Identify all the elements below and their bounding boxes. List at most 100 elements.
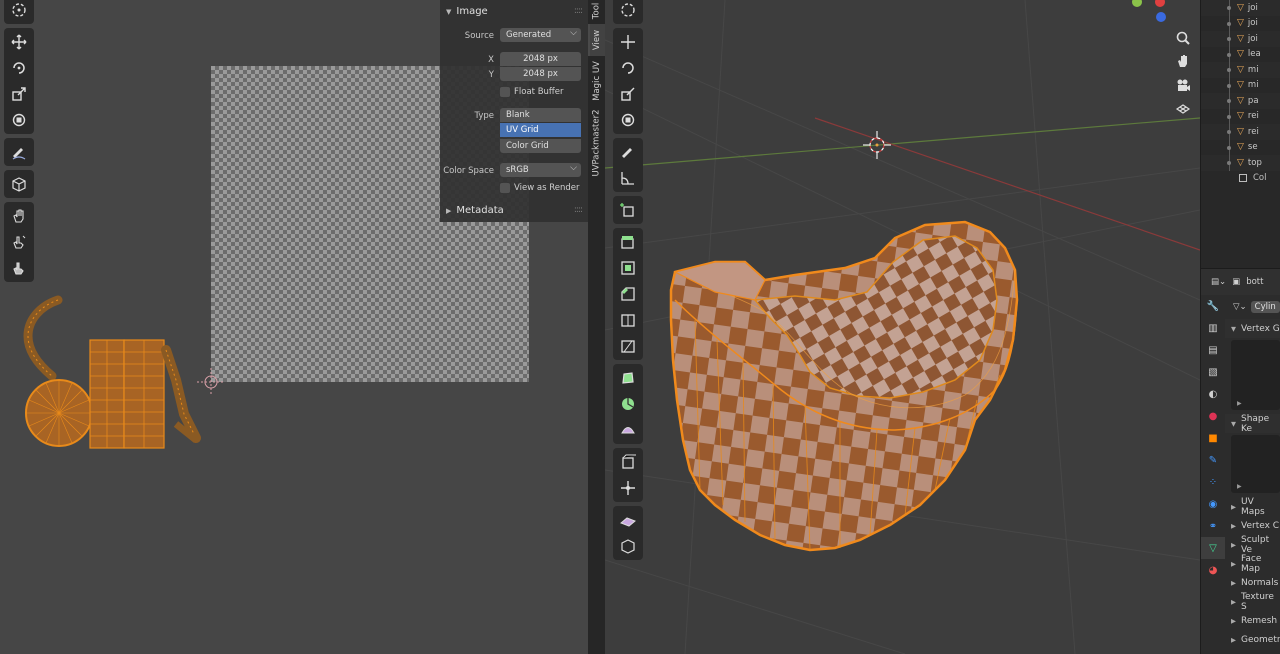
- relax-icon[interactable]: [5, 229, 33, 255]
- mesh-data-tab-icon[interactable]: ▽: [1201, 537, 1225, 559]
- outliner-item[interactable]: ▽ mi: [1201, 77, 1280, 93]
- outliner-item[interactable]: ▽ se: [1201, 139, 1280, 155]
- vertex-groups-list[interactable]: ▶: [1231, 340, 1280, 410]
- scene-tab-icon[interactable]: ◐: [1201, 383, 1225, 405]
- outliner-item[interactable]: ▽ joi: [1201, 15, 1280, 31]
- section-texture-space[interactable]: ▶ Texture S: [1225, 592, 1280, 612]
- particles-tab-icon[interactable]: ⁘: [1201, 471, 1225, 493]
- collapsed-triangle-icon: ▶: [446, 206, 452, 215]
- rip-icon[interactable]: [614, 533, 642, 559]
- output-tab-icon[interactable]: ▤: [1201, 339, 1225, 361]
- add-cube-icon[interactable]: [614, 197, 642, 223]
- editor-type-icon[interactable]: ▤⌄: [1211, 277, 1226, 287]
- bevel-icon[interactable]: [614, 281, 642, 307]
- outliner-item[interactable]: ▽ rei: [1201, 124, 1280, 140]
- transform-icon[interactable]: [5, 107, 33, 133]
- annotate-icon[interactable]: [614, 139, 642, 165]
- outliner-item[interactable]: ▽ joi: [1201, 0, 1280, 16]
- drag-handle-icon[interactable]: ::::: [574, 205, 583, 215]
- transform-icon[interactable]: [614, 107, 642, 133]
- camera-icon[interactable]: [1172, 74, 1194, 96]
- tab-view[interactable]: View: [588, 24, 605, 56]
- material-tab-icon[interactable]: ◕: [1201, 559, 1225, 581]
- cursor-icon[interactable]: [614, 0, 642, 23]
- spin-icon[interactable]: [614, 391, 642, 417]
- view-as-render-toggle[interactable]: View as Render: [500, 183, 579, 193]
- viewport-scene[interactable]: [605, 0, 1200, 654]
- shear-icon[interactable]: [614, 507, 642, 533]
- image-panel-header[interactable]: ▼ Image: [446, 6, 488, 17]
- float-buffer-toggle[interactable]: Float Buffer: [500, 87, 564, 97]
- annotate-icon[interactable]: [5, 139, 33, 165]
- bone-icon: ▽: [1237, 49, 1244, 60]
- section-normals[interactable]: ▶ Normals: [1225, 573, 1280, 592]
- scale-icon[interactable]: [614, 81, 642, 107]
- grab-icon[interactable]: [5, 203, 33, 229]
- outliner-item[interactable]: ▽ mi: [1201, 62, 1280, 78]
- physics-tab-icon[interactable]: ◉: [1201, 493, 1225, 515]
- tab-magic-uv[interactable]: Magic UV: [588, 58, 605, 104]
- type-option-blank[interactable]: Blank: [500, 108, 581, 122]
- view-as-render-checkbox[interactable]: [500, 183, 510, 193]
- loop-cut-icon[interactable]: [614, 307, 642, 333]
- edge-slide-icon[interactable]: [614, 449, 642, 475]
- 3d-viewport[interactable]: [605, 0, 1200, 654]
- move-icon[interactable]: [5, 29, 33, 55]
- section-face-maps[interactable]: ▶ Face Map: [1225, 554, 1280, 574]
- move-icon[interactable]: [614, 29, 642, 55]
- section-vertex-groups[interactable]: ▼ Vertex G: [1225, 319, 1280, 338]
- float-buffer-checkbox[interactable]: [500, 87, 510, 97]
- section-shape-keys[interactable]: ▼ Shape Ke: [1225, 414, 1280, 434]
- source-dropdown[interactable]: Generated: [500, 26, 581, 42]
- view-layer-tab-icon[interactable]: ▧: [1201, 361, 1225, 383]
- outliner-item[interactable]: ▽ rei: [1201, 108, 1280, 124]
- tool-tab-icon[interactable]: 🔧: [1201, 295, 1225, 317]
- tab-uvpackmaster2[interactable]: UVPackmaster2: [588, 106, 605, 180]
- drag-handle-icon[interactable]: ::::: [574, 6, 583, 16]
- shrink-fatten-icon[interactable]: [614, 475, 642, 501]
- uv-editor[interactable]: ▼ Image :::: Source Generated X 2048 px …: [0, 0, 590, 654]
- shape-keys-list[interactable]: ▶: [1231, 435, 1280, 493]
- outliner-item[interactable]: ▽ joi: [1201, 31, 1280, 47]
- section-remesh[interactable]: ▶ Remesh: [1225, 611, 1280, 630]
- outliner-item[interactable]: ▽ lea: [1201, 46, 1280, 62]
- mesh-icon: ▽⌄: [1233, 302, 1247, 312]
- metadata-panel-header[interactable]: ▶ Metadata: [446, 205, 504, 216]
- section-geometry-data[interactable]: ▶ Geometr: [1225, 630, 1280, 649]
- constraints-tab-icon[interactable]: ⚭: [1201, 515, 1225, 537]
- poly-build-icon[interactable]: [614, 365, 642, 391]
- section-uv-maps[interactable]: ▶ UV Maps: [1225, 497, 1280, 517]
- grid-icon[interactable]: [1172, 98, 1194, 120]
- hand-icon[interactable]: [1172, 50, 1194, 72]
- smooth-icon[interactable]: [614, 417, 642, 443]
- section-vertex-colors[interactable]: ▶ Vertex C: [1225, 516, 1280, 535]
- world-tab-icon[interactable]: ●: [1201, 405, 1225, 427]
- collection-checkbox-icon[interactable]: [1239, 174, 1247, 183]
- outliner-collection[interactable]: Col: [1201, 171, 1280, 187]
- box-select-icon[interactable]: [5, 171, 33, 197]
- extrude-icon[interactable]: [614, 229, 642, 255]
- type-option-uv-grid[interactable]: UV Grid: [500, 123, 581, 137]
- zoom-icon[interactable]: [1172, 27, 1194, 49]
- inset-icon[interactable]: [614, 255, 642, 281]
- outliner: ▽ joi ▽ joi ▽ joi ▽ lea ▽ mi ▽ mi ▽ pa ▽ rei ▽ re…: [1200, 0, 1280, 268]
- scale-icon[interactable]: [5, 81, 33, 107]
- knife-icon[interactable]: [614, 333, 642, 359]
- tab-tool[interactable]: Tool: [588, 0, 605, 22]
- y-size-field[interactable]: 2048 px: [500, 67, 581, 81]
- mesh-name-field[interactable]: Cylin: [1250, 301, 1280, 313]
- cursor-icon[interactable]: [5, 0, 33, 23]
- rotate-icon[interactable]: [614, 55, 642, 81]
- pinch-icon[interactable]: [5, 255, 33, 281]
- type-option-color-grid[interactable]: Color Grid: [500, 139, 581, 153]
- color-space-dropdown[interactable]: sRGB: [500, 161, 581, 177]
- measure-icon[interactable]: [614, 165, 642, 191]
- outliner-item[interactable]: ▽ top: [1201, 155, 1280, 171]
- modifier-tab-icon[interactable]: ✎: [1201, 449, 1225, 471]
- section-sculpt-vertex-colors[interactable]: ▶ Sculpt Ve: [1225, 535, 1280, 555]
- object-tab-icon[interactable]: ■: [1201, 427, 1225, 449]
- x-size-field[interactable]: 2048 px: [500, 52, 581, 66]
- outliner-item[interactable]: ▽ pa: [1201, 93, 1280, 109]
- render-tab-icon[interactable]: ▥: [1201, 317, 1225, 339]
- rotate-icon[interactable]: [5, 55, 33, 81]
